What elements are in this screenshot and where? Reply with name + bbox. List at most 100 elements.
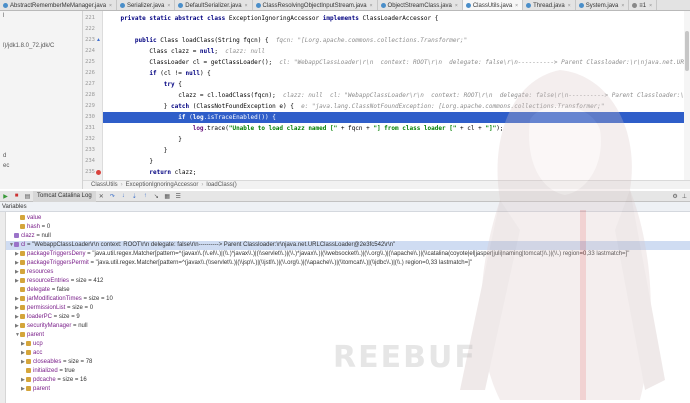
tab-7[interactable]: System.java × bbox=[576, 0, 630, 10]
project-tree-row[interactable] bbox=[0, 21, 82, 31]
variable-row[interactable]: ▶ parent bbox=[0, 385, 690, 394]
current-execution-line[interactable]: if (log.isTraceEnabled()) { bbox=[103, 112, 690, 123]
tab-close-icon[interactable]: × bbox=[568, 3, 571, 9]
tab-close-icon[interactable]: × bbox=[649, 3, 652, 9]
tab-close-icon[interactable]: × bbox=[109, 3, 112, 9]
project-tree-row[interactable] bbox=[0, 71, 82, 81]
project-tree-row[interactable]: ec bbox=[0, 161, 82, 171]
tab-1[interactable]: Serializer.java × bbox=[117, 0, 176, 10]
code-line[interactable]: try { bbox=[103, 79, 690, 90]
variable-row[interactable]: ▼ cl = "WebappClassLoader\r\n context: RO… bbox=[0, 241, 690, 250]
variable-row[interactable]: ▶ ucp bbox=[0, 340, 690, 349]
local-variable-icon bbox=[14, 241, 19, 247]
tab-close-icon[interactable]: × bbox=[245, 3, 248, 9]
tab-2[interactable]: DefaultSerializer.java × bbox=[175, 0, 253, 10]
force-step-into-icon[interactable]: ⇣ bbox=[130, 192, 139, 201]
step-out-icon[interactable]: ↑ bbox=[141, 192, 150, 201]
variable-row[interactable]: initialized = true bbox=[0, 367, 690, 376]
project-tree-row[interactable] bbox=[0, 141, 82, 151]
project-tree-row[interactable] bbox=[0, 61, 82, 71]
tab-close-icon[interactable]: × bbox=[455, 3, 458, 9]
project-tree-row[interactable] bbox=[0, 91, 82, 101]
pin-icon[interactable]: ⊥ bbox=[682, 193, 687, 200]
override-arrow-icon[interactable]: ▲ bbox=[96, 38, 101, 43]
step-into-icon[interactable]: ↓ bbox=[119, 192, 128, 201]
variable-row[interactable]: ▶ permissionList = size = 0 bbox=[0, 304, 690, 313]
variable-row[interactable]: ▶ closeables = size = 78 bbox=[0, 358, 690, 367]
code-line[interactable] bbox=[103, 24, 690, 35]
project-tree-row[interactable] bbox=[0, 31, 82, 41]
project-tree-row[interactable] bbox=[0, 111, 82, 121]
run-to-cursor-icon[interactable]: ↘ bbox=[152, 192, 161, 201]
variable-row[interactable]: hash = 0 bbox=[0, 223, 690, 232]
variable-row[interactable]: ▼ parent bbox=[0, 331, 690, 340]
project-tree-row[interactable] bbox=[0, 81, 82, 91]
variable-row[interactable]: ▶ pdcache = size = 16 bbox=[0, 376, 690, 385]
evaluate-icon[interactable]: ▦ bbox=[163, 192, 172, 201]
variable-row[interactable]: ▶ securityManager = null bbox=[0, 322, 690, 331]
editor-scrollbar-thumb[interactable] bbox=[685, 31, 689, 71]
code-line[interactable]: private static abstract class ExceptionI… bbox=[103, 13, 690, 24]
code-line[interactable]: clazz = cl.loadClass(fqcn); clazz: null … bbox=[103, 90, 690, 101]
field-icon bbox=[20, 304, 25, 310]
code-line[interactable]: } catch (ClassNotFoundException e) { e: … bbox=[103, 101, 690, 112]
code-line[interactable]: } bbox=[103, 134, 690, 145]
tab-3[interactable]: ClassResolvingObjectInputStream.java × bbox=[253, 0, 378, 10]
variable-row[interactable]: ▶ packageTriggersPermit = "java.util.rege… bbox=[0, 259, 690, 268]
project-tree-row[interactable]: l)/jdk1.8.0_72.jdk/C bbox=[0, 41, 82, 51]
gear-icon[interactable]: ⚙ bbox=[672, 193, 677, 200]
resume-icon[interactable]: ▶ bbox=[1, 192, 10, 201]
project-tree-row[interactable] bbox=[0, 51, 82, 61]
project-tree-row[interactable] bbox=[0, 101, 82, 111]
project-tree-row[interactable] bbox=[0, 171, 82, 181]
tab-close-icon[interactable]: × bbox=[370, 3, 373, 9]
project-tree-row[interactable]: l bbox=[0, 11, 82, 21]
code-line[interactable]: public Class loadClass(String fqcn) { fq… bbox=[103, 35, 690, 46]
variable-row[interactable]: ▶ jarModificationTimes = size = 10 bbox=[0, 295, 690, 304]
variable-row[interactable]: ▶ resourceEntries = size = 412 bbox=[0, 277, 690, 286]
variable-row[interactable]: ▶ loaderPC = size = 9 bbox=[0, 313, 690, 322]
code-line[interactable]: log.trace("Unable to load clazz named ["… bbox=[103, 123, 690, 134]
breakpoint-icon[interactable] bbox=[96, 170, 101, 175]
editor-gutter[interactable]: 221 222 223 ▲ 224 225 226 227 228 229 230 231 232 233… bbox=[83, 11, 103, 197]
breadcrumb-item[interactable]: loadClass() bbox=[206, 182, 236, 188]
close-icon[interactable]: ✕ bbox=[97, 192, 106, 201]
tab-close-icon[interactable]: × bbox=[515, 3, 518, 9]
step-over-icon[interactable]: ↷ bbox=[108, 192, 117, 201]
project-tree-row[interactable]: d bbox=[0, 151, 82, 161]
debug-right-tools: ⚙ ⊥ bbox=[672, 193, 690, 200]
code-line[interactable]: ClassLoader cl = getClassLoader(); cl: "… bbox=[103, 57, 690, 68]
code-line[interactable]: Class clazz = null; clazz: null bbox=[103, 46, 690, 57]
variable-row[interactable]: delegate = false bbox=[0, 286, 690, 295]
tab-5[interactable]: ClassUtils.java × bbox=[462, 0, 524, 10]
tab-tomcat-catalina-log[interactable]: Tomcat Catalina Log bbox=[33, 190, 96, 202]
project-tree-row[interactable] bbox=[0, 131, 82, 141]
variable-name: packageTriggersDeny bbox=[27, 251, 86, 257]
tab-6[interactable]: Thread.java × bbox=[523, 0, 576, 10]
tab-4[interactable]: ObjectStreamClass.java × bbox=[378, 0, 463, 10]
code-editor[interactable]: private static abstract class ExceptionI… bbox=[103, 11, 690, 180]
variable-row[interactable]: clazz = null bbox=[0, 232, 690, 241]
console-icon[interactable]: ▤ bbox=[23, 192, 32, 201]
tab-8[interactable]: ≡1 × bbox=[629, 0, 658, 10]
breadcrumb-item[interactable]: ClassUtils bbox=[91, 182, 118, 188]
java-file-icon bbox=[255, 3, 261, 8]
stop-icon[interactable]: ■ bbox=[12, 192, 21, 201]
tab-0[interactable]: AbstractRememberMeManager.java × bbox=[0, 0, 117, 10]
breadcrumb-item[interactable]: ExceptionIgnoringAccessor bbox=[126, 182, 199, 188]
code-line[interactable]: } bbox=[103, 156, 690, 167]
code-line[interactable]: if (cl != null) { bbox=[103, 68, 690, 79]
code-line[interactable]: return clazz; bbox=[103, 167, 690, 178]
settings-list-icon[interactable]: ☰ bbox=[174, 192, 183, 201]
tab-close-icon[interactable]: × bbox=[167, 3, 170, 9]
code-line[interactable]: } bbox=[103, 145, 690, 156]
variable-row[interactable]: value bbox=[0, 214, 690, 223]
editor-scrollbar[interactable] bbox=[684, 11, 690, 180]
variable-row[interactable]: ▶ acc bbox=[0, 349, 690, 358]
variable-name: pdcache bbox=[33, 377, 56, 383]
variable-row[interactable]: ▶ resources bbox=[0, 268, 690, 277]
tab-close-icon[interactable]: × bbox=[621, 3, 624, 9]
variable-row[interactable]: ▶ packageTriggersDeny = "java.util.regex.… bbox=[0, 250, 690, 259]
variables-tree[interactable]: value hash = 0 clazz = null ▼ cl = "WebappCl… bbox=[0, 212, 690, 403]
project-tree-row[interactable] bbox=[0, 121, 82, 131]
